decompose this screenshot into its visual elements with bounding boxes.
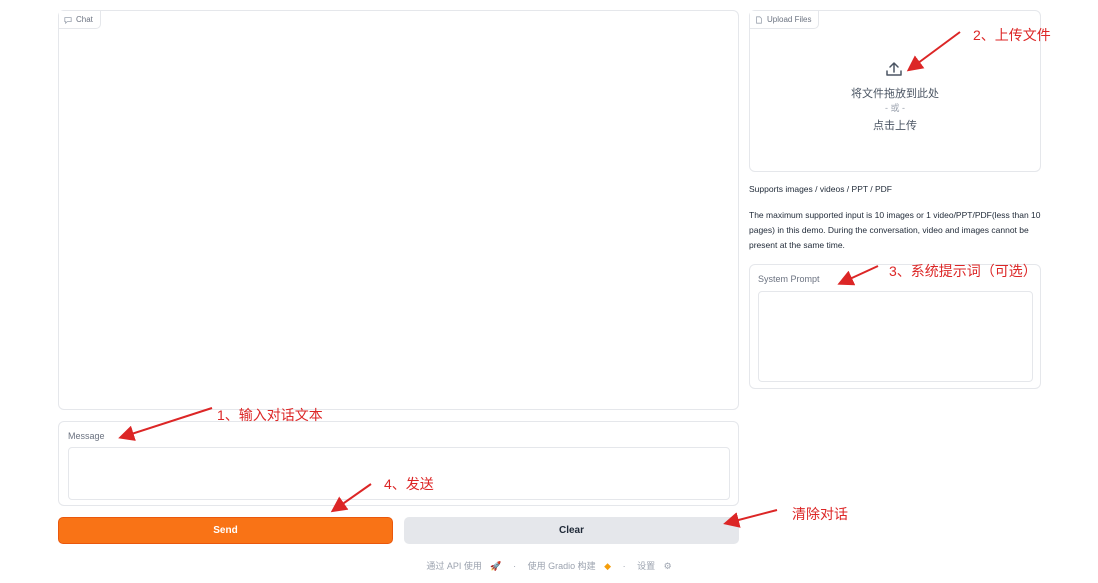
rocket-icon: 🚀: [490, 561, 502, 571]
annotation-5: 清除对话: [792, 506, 848, 522]
footer-api-link[interactable]: 通过 API 使用 🚀: [423, 561, 504, 571]
send-button[interactable]: Send: [58, 517, 393, 544]
chat-icon: [64, 16, 72, 24]
system-prompt-panel: System Prompt: [749, 264, 1041, 389]
footer-separator: ·: [622, 561, 626, 571]
file-icon: [756, 15, 762, 24]
annotation-1: 1、输入对话文本: [217, 407, 323, 423]
annotation-2: 2、上传文件: [973, 27, 1051, 43]
upload-click-text: 点击上传: [873, 120, 917, 132]
chat-panel: Chat: [58, 10, 739, 410]
upload-label: Upload Files: [750, 11, 820, 29]
gear-icon: ⚙: [663, 561, 672, 571]
upload-icon: [886, 62, 902, 76]
system-prompt-label: System Prompt: [758, 274, 820, 284]
chat-label: Chat: [59, 11, 101, 29]
footer-gradio-link[interactable]: 使用 Gradio 构建 ◆: [525, 561, 614, 571]
footer-settings-link[interactable]: 设置 ⚙: [634, 561, 675, 571]
upload-or-text: - 或 -: [885, 103, 905, 113]
annotation-3: 3、系统提示词（可选）: [889, 263, 1037, 279]
message-label: Message: [68, 431, 105, 441]
system-prompt-input[interactable]: [758, 291, 1033, 382]
footer-separator: ·: [513, 561, 517, 571]
clear-button[interactable]: Clear: [404, 517, 739, 544]
gradio-logo-icon: ◆: [604, 561, 612, 571]
upload-drop-text: 将文件拖放到此处: [851, 88, 939, 100]
supports-text: Supports images / videos / PPT / PDF: [749, 184, 892, 194]
footer: 通过 API 使用 🚀 · 使用 Gradio 构建 ◆ · 设置 ⚙: [0, 559, 1098, 572]
annotation-4: 4、发送: [384, 476, 434, 492]
limit-text: The maximum supported input is 10 images…: [749, 210, 1041, 250]
